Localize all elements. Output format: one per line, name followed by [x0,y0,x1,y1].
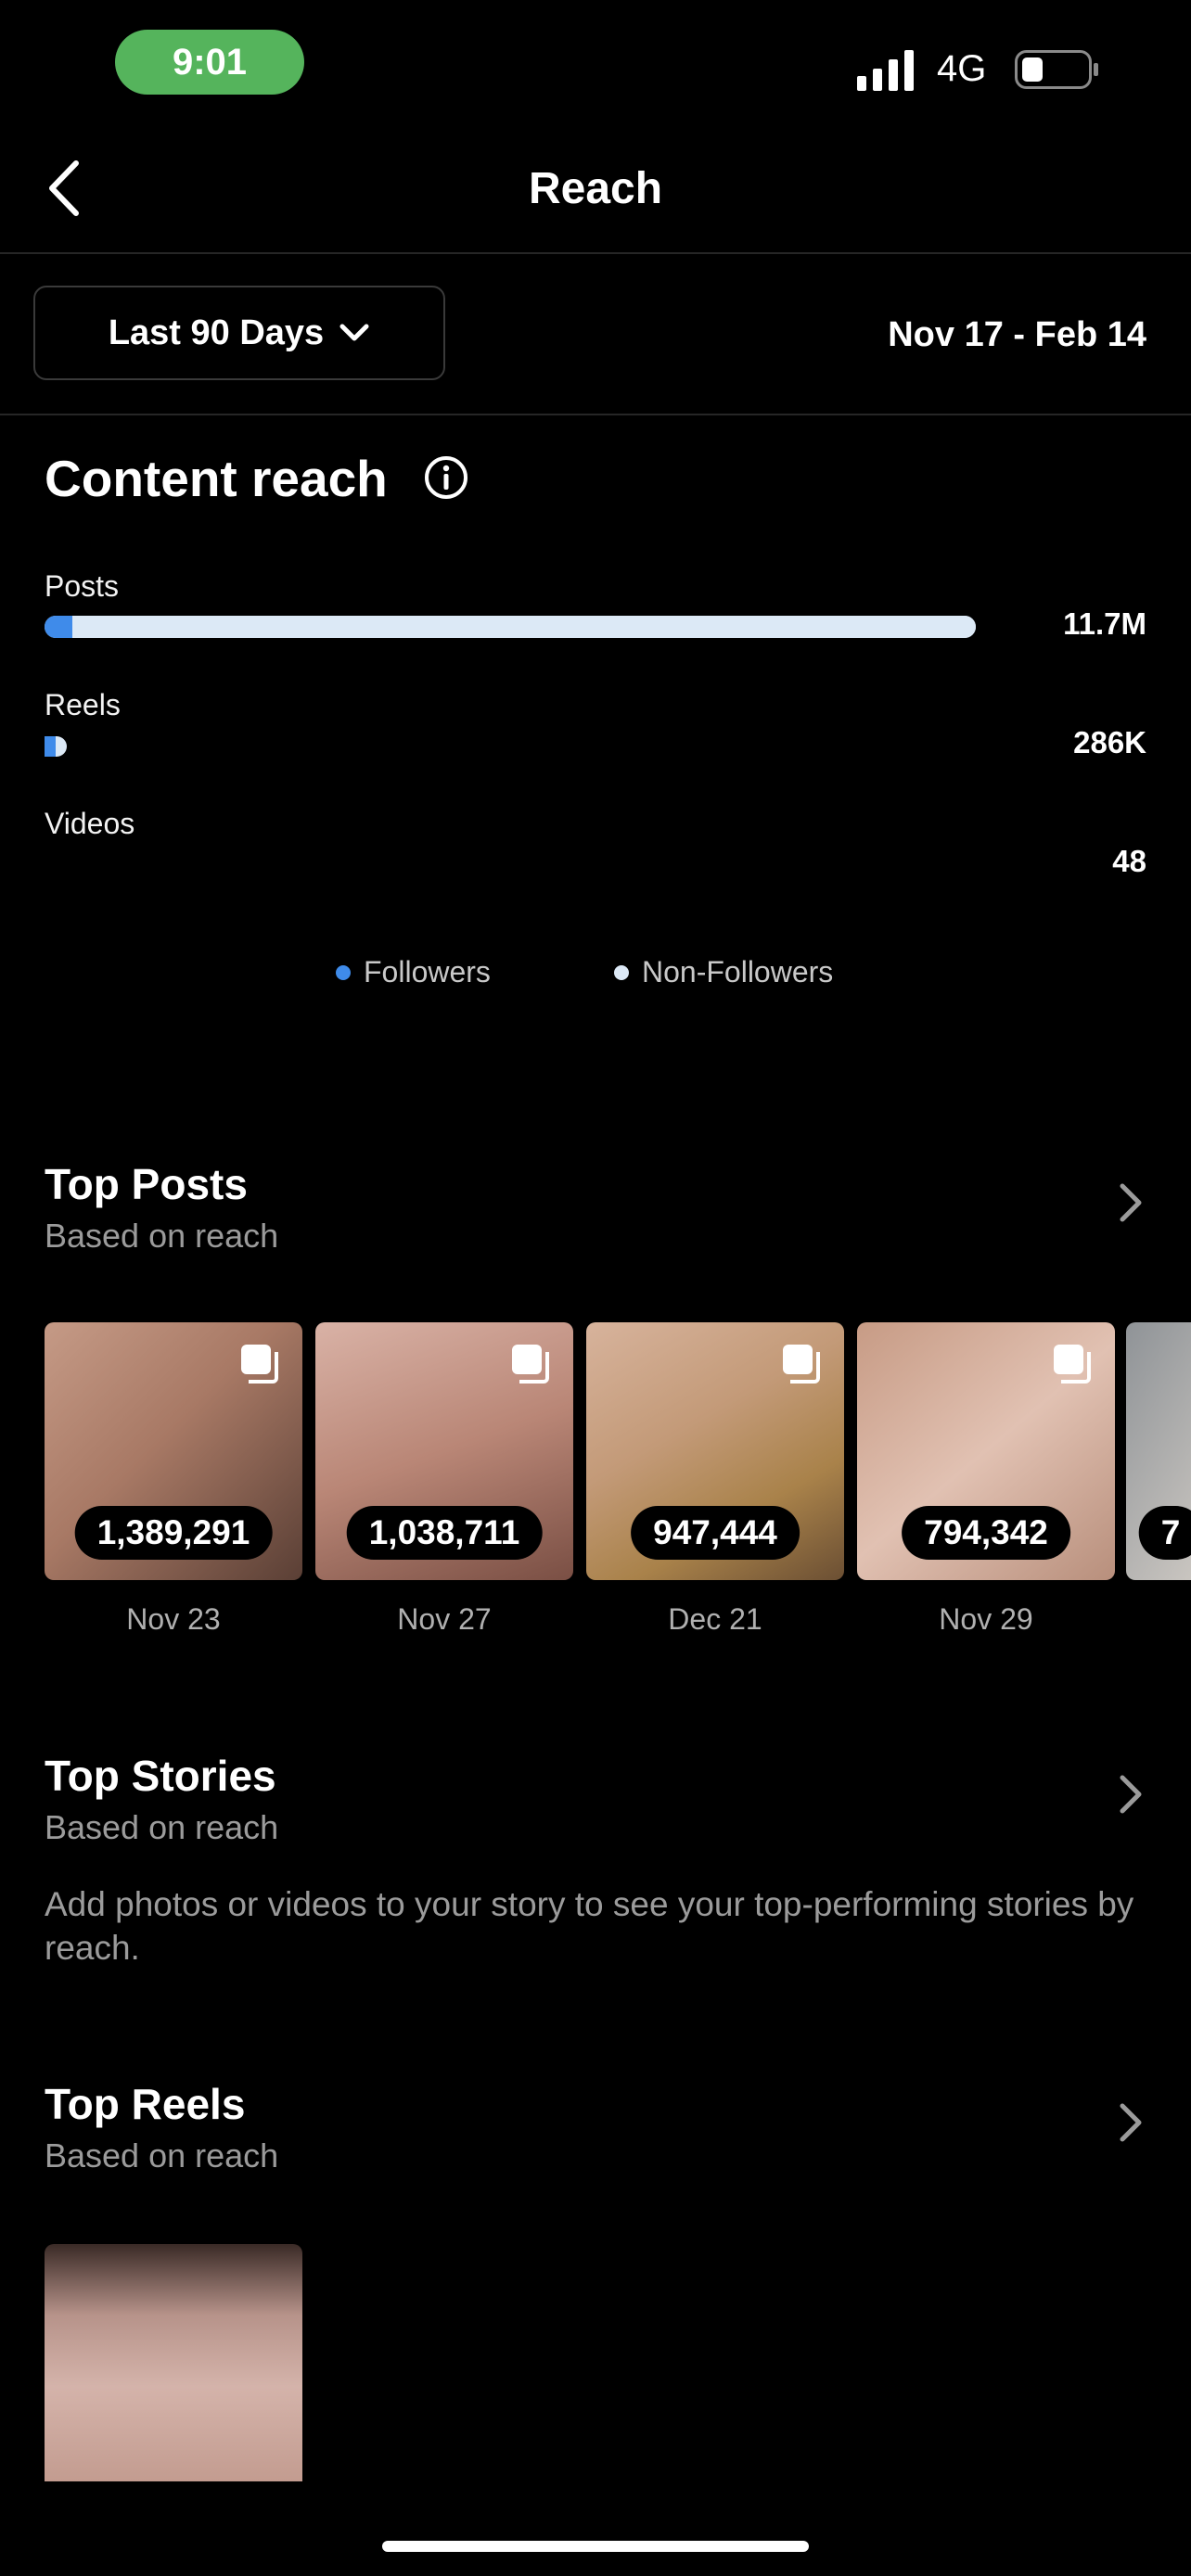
top-reel-thumbnail[interactable] [45,2244,302,2481]
top-post-thumbnail[interactable]: 1,389,291 [45,1322,302,1580]
carousel-icon [783,1345,820,1384]
post-date: Nov 29 [939,1602,1033,1636]
reach-value-reels: 286K [1073,725,1146,759]
signal-icon [857,50,914,91]
chevron-right-icon[interactable] [1117,2101,1145,2144]
top-posts-subtitle: Based on reach [45,1217,279,1255]
chevron-right-icon[interactable] [1117,1181,1145,1224]
chevron-down-icon [339,324,369,341]
post-reach-badge: 947,444 [631,1506,800,1560]
top-post-thumbnail[interactable]: 947,444 [586,1322,844,1580]
carousel-icon [1054,1345,1091,1384]
post-reach-badge: 1,389,291 [74,1506,273,1560]
top-post-thumbnail[interactable]: 794,342 [857,1322,1115,1580]
carousel-icon [241,1345,278,1384]
post-date: Dec 21 [668,1602,762,1636]
post-reach-badge: 794,342 [902,1506,1070,1560]
time-text: 9:01 [172,41,248,83]
reach-label-videos: Videos [45,807,135,840]
top-post-thumbnail[interactable]: 7 [1126,1322,1191,1580]
date-range-text: Nov 17 - Feb 14 [888,315,1146,354]
legend-followers: Followers [336,955,491,989]
legend-label: Followers [364,955,491,988]
home-indicator[interactable] [382,2541,809,2552]
posts-followers-segment [45,616,73,638]
post-reach-badge: 1,038,711 [346,1506,543,1560]
divider [0,252,1191,254]
status-time: 9:01 [115,30,304,95]
reach-label-reels: Reels [45,688,121,721]
carousel-icon [512,1345,549,1384]
top-posts-title: Top Posts [45,1160,248,1208]
date-range-dropdown[interactable]: Last 90 Days [33,286,445,380]
top-reels-subtitle: Based on reach [45,2136,279,2174]
divider [0,414,1191,415]
legend-dot-followers [336,964,351,980]
legend-label: Non-Followers [642,955,834,988]
battery-icon [1015,50,1098,89]
reels-reach-bar [45,736,67,757]
reach-value-posts: 11.7M [1063,606,1146,641]
post-date: Nov 27 [397,1602,492,1636]
reach-label-posts: Posts [45,569,120,603]
reach-value-videos: 48 [1112,844,1146,878]
top-stories-title: Top Stories [45,1752,276,1800]
content-reach-title: Content reach [45,450,388,507]
chevron-right-icon[interactable] [1117,1773,1145,1816]
legend-non-followers: Non-Followers [614,955,833,989]
top-reels-title: Top Reels [45,2080,246,2128]
posts-reach-bar [45,616,976,638]
posts-nonfollowers-segment [75,616,976,638]
top-post-thumbnail[interactable]: 1,038,711 [315,1322,573,1580]
page-title: Reach [528,164,663,213]
post-date: Nov 23 [126,1602,221,1636]
reels-followers-segment [45,736,56,757]
date-range-dropdown-label: Last 90 Days [108,312,325,352]
top-stories-subtitle: Based on reach [45,1808,279,1846]
top-stories-empty-message: Add photos or videos to your story to se… [45,1885,1134,1967]
network-label: 4G [937,48,987,89]
info-icon[interactable] [423,454,469,501]
post-reach-badge: 7 [1138,1506,1191,1560]
legend-dot-non-followers [614,964,629,980]
